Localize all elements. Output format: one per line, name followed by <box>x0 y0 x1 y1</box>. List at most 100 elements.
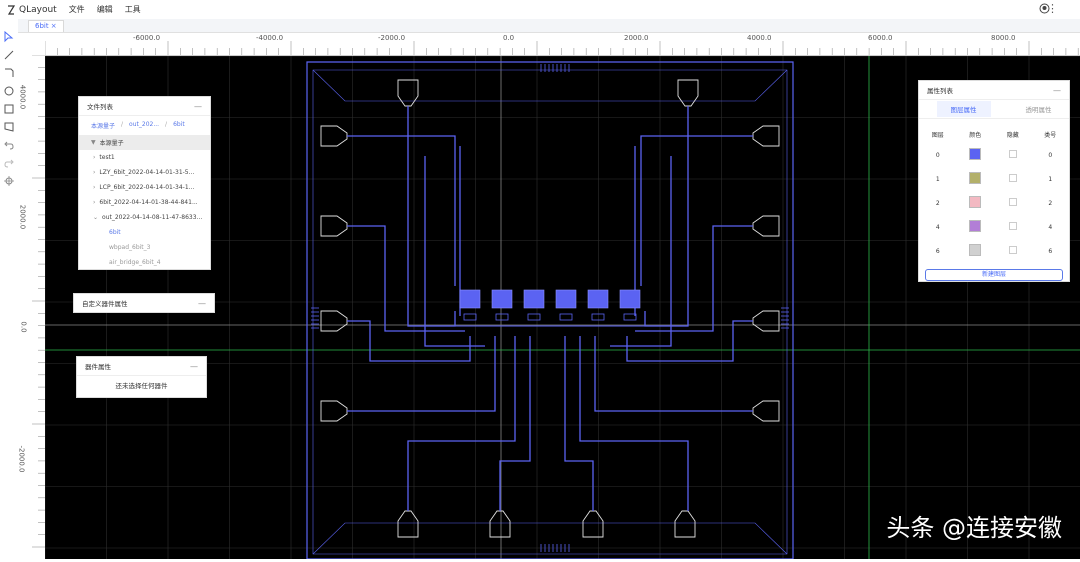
polyline-tool-icon[interactable] <box>3 67 15 79</box>
minimize-icon[interactable]: — <box>198 299 206 308</box>
undo-icon[interactable] <box>3 139 15 151</box>
rectangle-tool-icon[interactable] <box>3 103 15 115</box>
qubit <box>555 289 577 309</box>
coplanar-wire <box>640 135 753 286</box>
coupler <box>495 313 509 321</box>
qubit <box>587 289 609 309</box>
layer-table: 图层 颜色 隐藏 类号 0 0 1 1 2 2 4 4 6 6 <box>919 125 1069 263</box>
tree-item[interactable]: ⌄ out_2022-04-14-08-11-47-8633... <box>79 210 210 225</box>
coupler <box>623 313 637 321</box>
coplanar-wire <box>347 336 496 412</box>
file-list-panel: 文件列表 — 本源量子 / out_202.../ 6bit ▼ 本源量子 › tes… <box>78 96 211 270</box>
redo-icon[interactable] <box>3 157 15 169</box>
caret-down-icon: ⌄ <box>93 214 99 221</box>
line-tool-icon[interactable] <box>3 49 15 61</box>
layer-id: 0 <box>935 151 940 159</box>
new-layer-button[interactable]: 新建图层 <box>925 269 1063 281</box>
tab-layer-attributes[interactable]: 图层属性 <box>936 101 991 117</box>
coplanar-wire <box>347 320 471 362</box>
color-swatch[interactable] <box>969 172 982 184</box>
ruler-left-label: -2000.0 <box>17 445 26 473</box>
tree-item-label: LCP_6bit_2022-04-14-01-34-1... <box>99 184 195 191</box>
select-cursor-icon[interactable] <box>3 31 15 43</box>
tree-child-item[interactable]: 6bit <box>79 225 210 240</box>
layer-row: 4 4 <box>919 215 1069 239</box>
bond-pad <box>320 215 348 237</box>
measure-tool-icon[interactable] <box>3 175 15 187</box>
layer-row: 1 1 <box>919 167 1069 191</box>
breadcrumb: 本源量子 / out_202.../ 6bit <box>91 121 185 130</box>
layer-row: 0 0 <box>919 143 1069 167</box>
color-swatch[interactable] <box>969 220 982 232</box>
color-swatch[interactable] <box>969 244 982 256</box>
tree-item[interactable]: › LZY_6bit_2022-04-14-01-31-5... <box>79 165 210 180</box>
hide-checkbox[interactable] <box>1008 198 1017 206</box>
hide-checkbox[interactable] <box>1008 150 1017 158</box>
polygon-tool-icon[interactable] <box>3 121 15 133</box>
coupler <box>463 313 477 321</box>
minimize-icon[interactable]: — <box>194 102 202 111</box>
bond-pad <box>677 79 699 107</box>
tree-root-label: 本源量子 <box>99 140 124 147</box>
tree-root[interactable]: ▼ 本源量子 <box>79 135 210 150</box>
column-header: 颜色 <box>969 131 982 139</box>
qubit <box>491 289 513 309</box>
ruler-left-ticks <box>32 54 45 548</box>
tree-item-label: LZY_6bit_2022-04-14-01-31-5... <box>99 169 195 176</box>
tree-item-label: out_2022-04-14-08-11-47-8633... <box>102 214 203 221</box>
layer-number: 4 <box>1048 223 1053 231</box>
layer-attributes-panel: 属性列表 — 图层属性 透明属性 图层 颜色 隐藏 类号 0 0 1 1 2 2… <box>918 80 1070 282</box>
menu-edit[interactable]: 编辑 <box>97 4 113 15</box>
minimize-icon[interactable]: — <box>190 362 198 371</box>
coplanar-wire <box>407 336 516 511</box>
ruler-top-label: -2000.0 <box>378 34 406 42</box>
tool-bar <box>0 19 19 559</box>
bond-pad <box>752 310 780 332</box>
layer-id: 6 <box>935 247 940 255</box>
device-attributes-panel: 器件属性 — 还未选择任何器件 <box>76 356 207 398</box>
qubit <box>619 289 641 309</box>
bond-pad <box>582 510 604 538</box>
hide-checkbox[interactable] <box>1008 246 1017 254</box>
tree-item[interactable]: › LCP_6bit_2022-04-14-01-34-1... <box>79 180 210 195</box>
more-vertical-icon[interactable]: ⋮ <box>1047 2 1058 15</box>
layer-id: 2 <box>935 199 940 207</box>
file-list-title: 文件列表 <box>87 103 113 111</box>
tree-item[interactable]: › test1 <box>79 150 210 165</box>
caret-down-icon: ▼ <box>91 139 96 146</box>
tree-item-label: test1 <box>99 154 115 161</box>
tab-transparency-attributes[interactable]: 透明属性 <box>1026 104 1052 114</box>
no-device-message: 还未选择任何器件 <box>115 382 168 390</box>
color-swatch[interactable] <box>969 196 982 208</box>
hide-checkbox[interactable] <box>1008 174 1017 182</box>
chip-corner-lines <box>312 69 788 555</box>
minimize-icon[interactable]: — <box>1053 86 1061 95</box>
tree-item[interactable]: › 6bit_2022-04-14-01-38-44-841... <box>79 195 210 210</box>
menu-tools[interactable]: 工具 <box>125 4 141 15</box>
bond-pad <box>320 125 348 147</box>
color-swatch[interactable] <box>969 148 982 160</box>
coplanar-wire <box>644 106 689 327</box>
tree-item-label: 6bit_2022-04-14-01-38-44-841... <box>99 199 198 206</box>
coplanar-wire <box>626 320 753 362</box>
breadcrumb-item[interactable]: 本源量子 <box>91 121 115 130</box>
circle-tool-icon[interactable] <box>3 85 15 97</box>
menu-file[interactable]: 文件 <box>69 4 85 15</box>
bond-pad <box>489 510 511 538</box>
app-title: QLayout <box>19 4 57 15</box>
custom-device-header: 自定义器件属性 — <box>74 294 214 312</box>
tree-child-item[interactable]: wbpad_6bit_3 <box>79 240 210 255</box>
breadcrumb-item[interactable]: 6bit <box>173 121 185 130</box>
ruler-top: -6000.0 -4000.0 -2000.0 0.0 2000.0 4000.… <box>44 33 1080 56</box>
menu-bar: QLayout 文件 编辑 工具 ⋮ <box>0 0 1080 20</box>
breadcrumb-item[interactable]: out_202... <box>129 121 159 130</box>
coplanar-wire <box>347 135 456 286</box>
ruler-top-ticks <box>44 41 1079 55</box>
ruler-left-label: 2000.0 <box>18 204 27 230</box>
tree-child-item[interactable]: air_bridge_6bit_4 <box>79 255 210 270</box>
layer-number: 2 <box>1048 199 1053 207</box>
device-attributes-header: 器件属性 — <box>77 357 206 376</box>
hide-checkbox[interactable] <box>1008 222 1017 230</box>
ruler-top-label: 4000.0 <box>747 34 772 42</box>
tab-6bit[interactable]: 6bit × <box>28 20 64 32</box>
